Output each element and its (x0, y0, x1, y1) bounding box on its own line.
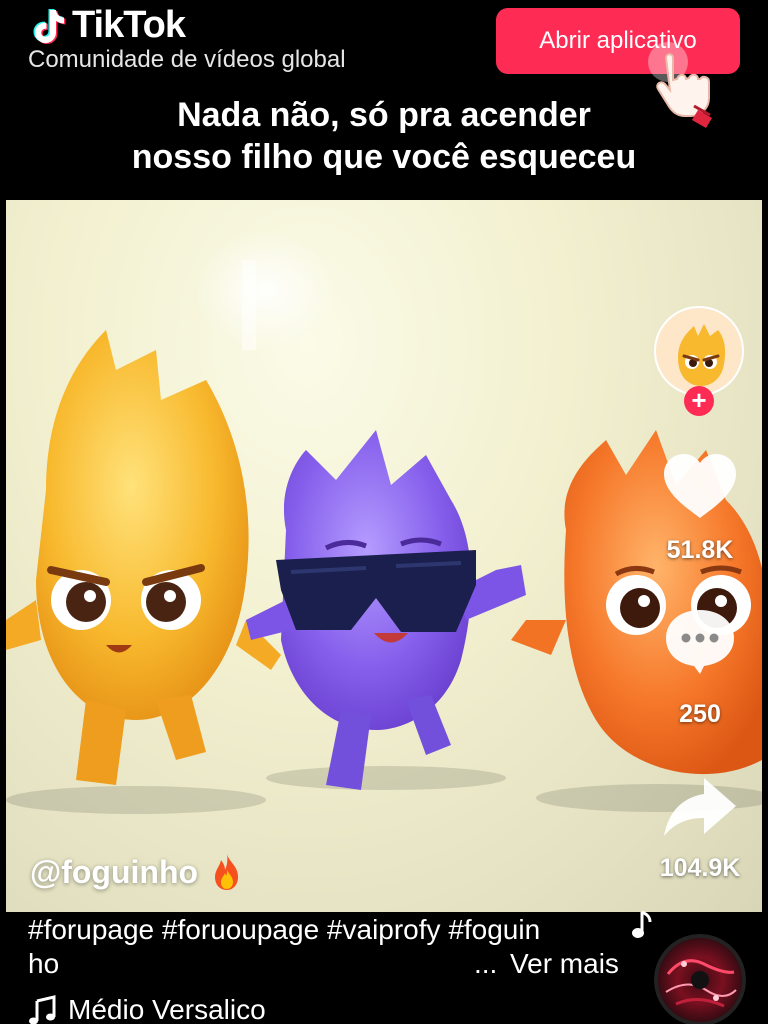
description-line-2[interactable]: ho (28, 948, 59, 980)
caption-line-1: Nada não, só pra acender (177, 96, 591, 134)
fire-icon (215, 854, 239, 890)
caption-line-2: nosso filho que você esqueceu (131, 138, 637, 176)
comment-button[interactable] (660, 606, 740, 676)
tiktok-logo[interactable]: TikTok (28, 4, 186, 47)
music-track[interactable]: Médio Versalico (28, 994, 266, 1024)
music-note-icon (632, 910, 652, 938)
music-note-icon (29, 995, 56, 1024)
heart-icon (664, 454, 736, 518)
description-ellipsis: ... (474, 948, 498, 979)
like-count: 51.8K (666, 536, 734, 564)
music-disc-icon (654, 934, 746, 1024)
brand-name: TikTok (72, 4, 186, 46)
comment-count: 250 (679, 700, 721, 728)
share-button[interactable] (660, 774, 740, 844)
tagline: Comunidade de vídeos global (28, 46, 346, 73)
username: @foguinho (30, 853, 199, 890)
comment-icon (666, 610, 734, 674)
video-caption: Nada não, só pra acender nosso filho que… (0, 94, 768, 178)
post-author[interactable]: @foguinho (30, 852, 244, 892)
share-count: 104.9K (659, 854, 741, 882)
music-title: Médio Versalico (68, 994, 266, 1024)
share-icon (664, 778, 736, 836)
like-button[interactable] (660, 452, 740, 522)
creator-avatar[interactable] (654, 306, 744, 396)
avatar-image (678, 324, 726, 386)
description-line-1[interactable]: #forupage #foruoupage #vaiprofy #foguin (28, 914, 540, 946)
follow-button[interactable]: + (684, 386, 714, 416)
music-disc[interactable] (654, 934, 746, 1024)
see-more-link[interactable]: Ver mais (510, 948, 619, 980)
purple-character (246, 430, 526, 790)
tiktok-logo-icon (33, 8, 66, 44)
yellow-character (6, 330, 281, 785)
top-banner: TikTok Comunidade de vídeos global Abrir… (0, 0, 768, 200)
